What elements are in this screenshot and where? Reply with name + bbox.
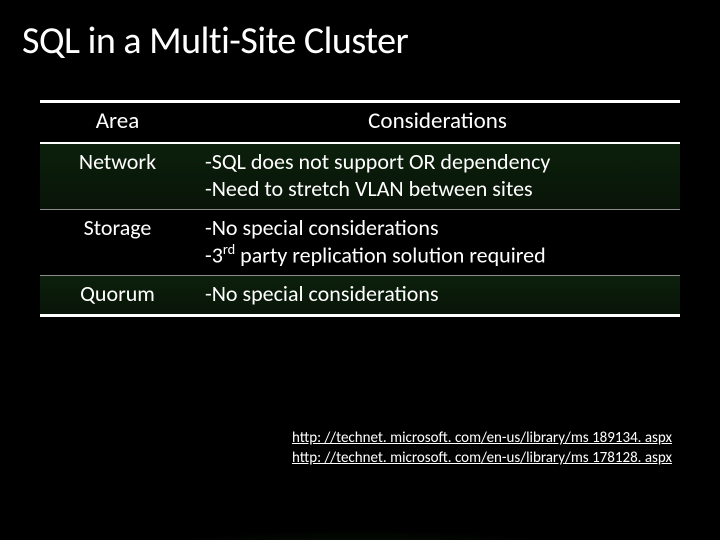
table-row: Quorum -No special considerations (40, 276, 680, 316)
reference-links: http: //technet. microsoft. com/en-us/li… (292, 429, 672, 468)
cell-considerations: -SQL does not support OR dependency-Need… (195, 143, 680, 210)
cell-area: Quorum (40, 276, 195, 316)
page-title: SQL in a Multi-Site Cluster (22, 18, 698, 64)
header-considerations: Considerations (195, 102, 680, 143)
cell-area: Network (40, 143, 195, 210)
considerations-table: Area Considerations Network -SQL does no… (40, 100, 680, 317)
table-row: Network -SQL does not support OR depende… (40, 143, 680, 210)
slide: SQL in a Multi-Site Cluster Area Conside… (0, 0, 720, 540)
reference-link[interactable]: http: //technet. microsoft. com/en-us/li… (292, 429, 672, 449)
table-row: Storage -No special considerations-3rd p… (40, 209, 680, 275)
table-header-row: Area Considerations (40, 102, 680, 143)
cell-area: Storage (40, 209, 195, 275)
reference-link[interactable]: http: //technet. microsoft. com/en-us/li… (292, 449, 672, 469)
header-area: Area (40, 102, 195, 143)
cell-considerations: -No special considerations-3rd party rep… (195, 209, 680, 275)
cell-considerations: -No special considerations (195, 276, 680, 316)
